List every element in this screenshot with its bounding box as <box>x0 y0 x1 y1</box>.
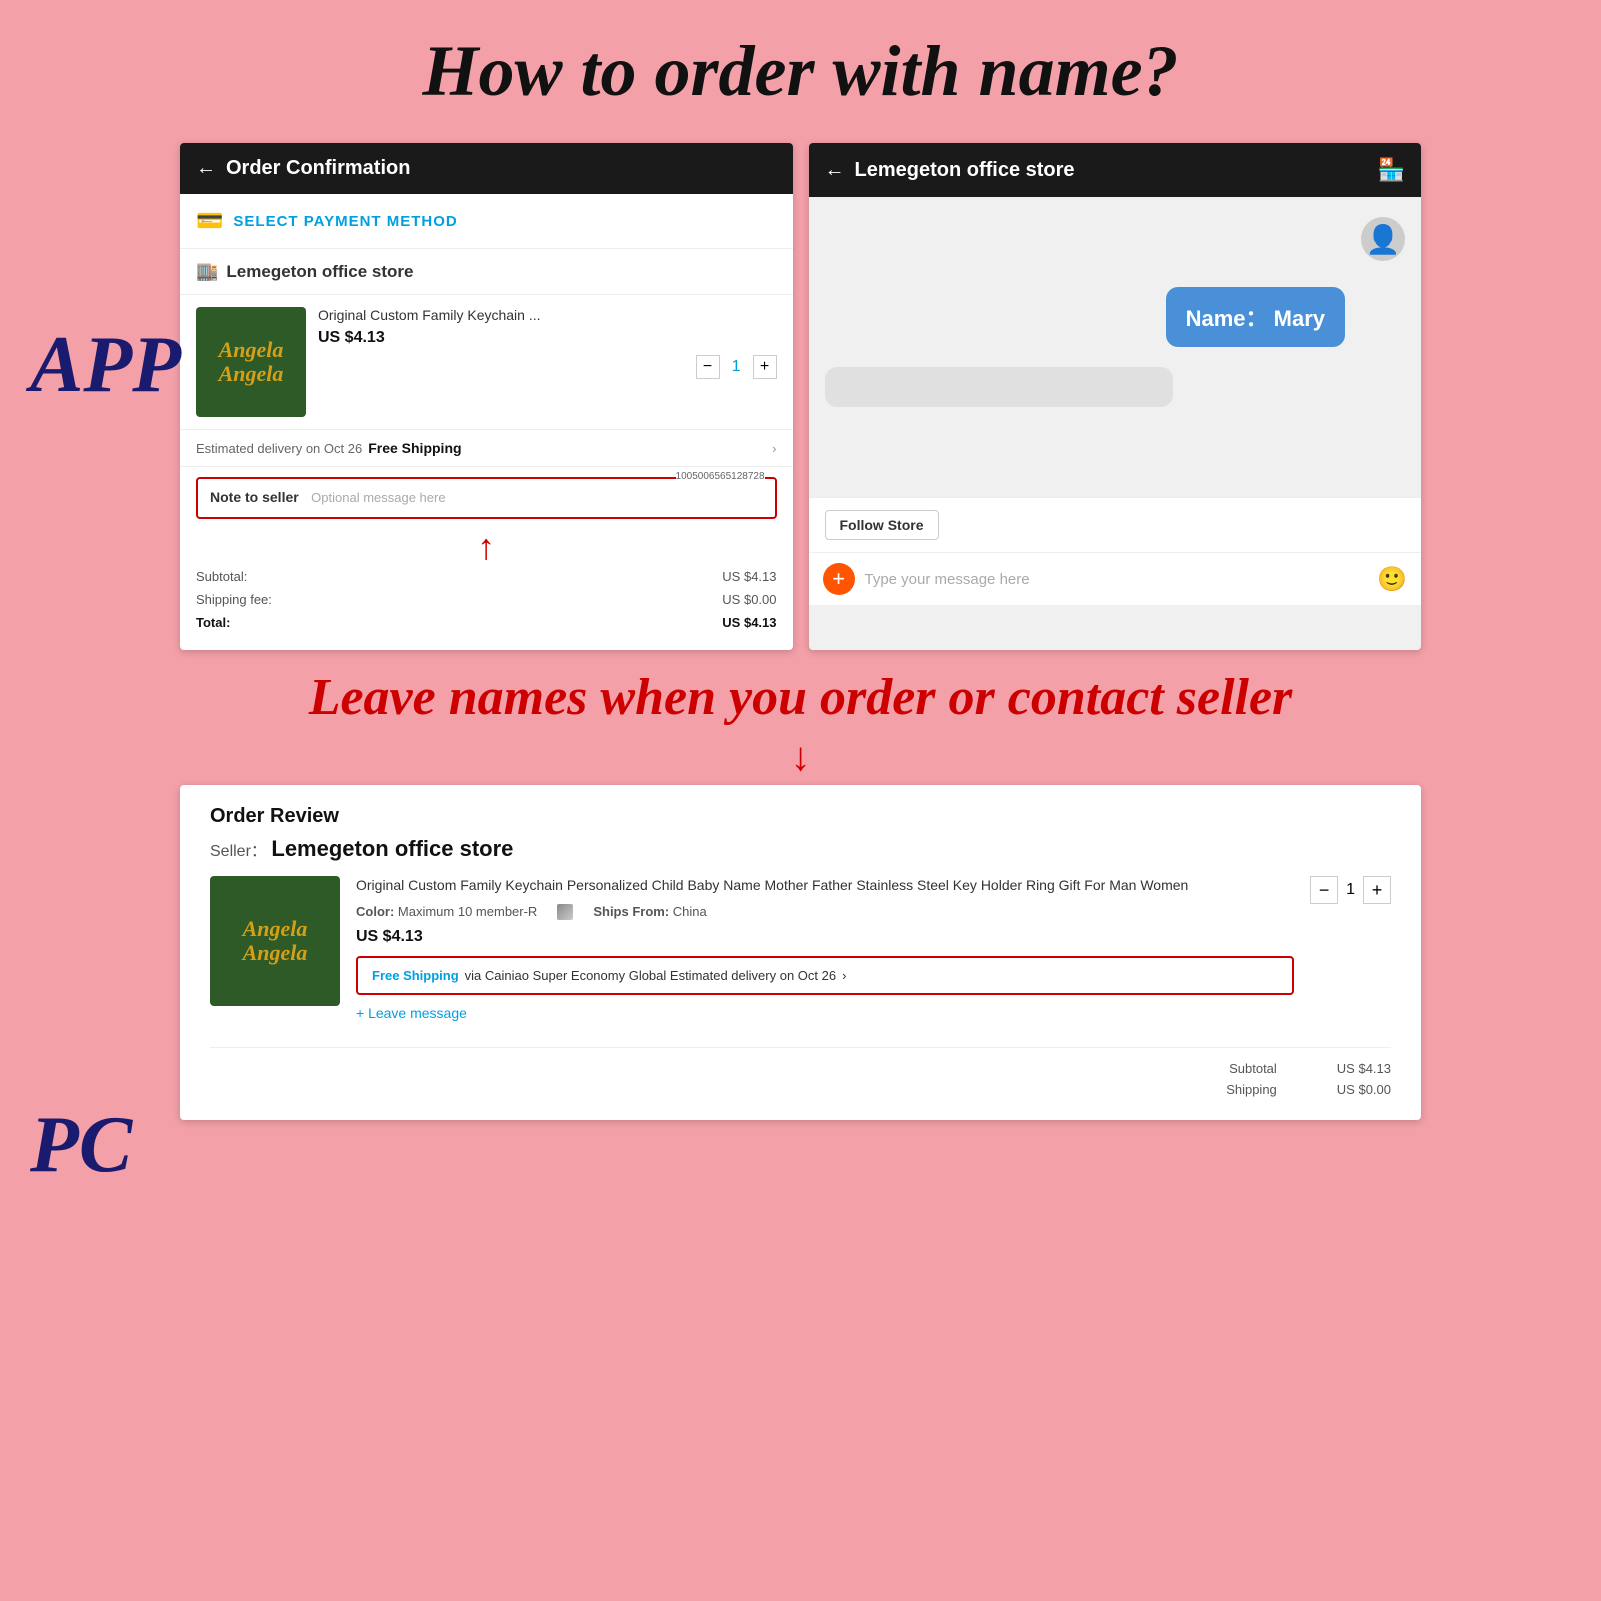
pc-quantity-decrease-button[interactable]: − <box>1310 876 1338 904</box>
pc-product-image-text: AngelaAngela <box>243 917 308 965</box>
store-section: 🏬 Lemegeton office store <box>180 249 793 295</box>
callout-wrapper: Leave names when you order or contact se… <box>0 650 1601 785</box>
pc-subtotal-value: US $4.13 <box>1337 1061 1391 1076</box>
app-left-header: ← Order Confirmation <box>180 143 793 194</box>
note-to-seller-section[interactable]: Note to seller Optional message here 100… <box>196 477 777 519</box>
pc-panel: Order Review Seller： Lemegeton office st… <box>180 785 1421 1120</box>
pc-shipping-arrow: › <box>842 968 846 983</box>
app-left-panel: ← Order Confirmation 💳 SELECT PAYMENT ME… <box>180 143 793 650</box>
quantity-decrease-button[interactable]: − <box>696 355 720 379</box>
pc-seller-name: Lemegeton office store <box>271 836 513 861</box>
pc-color-swatch <box>557 904 573 920</box>
shipping-fee-value: US $0.00 <box>722 592 776 607</box>
pc-shipping-summary-label: Shipping <box>1226 1082 1277 1097</box>
pc-shipping-summary-row: Shipping US $0.00 <box>210 1079 1391 1100</box>
product-image-text: AngelaAngela <box>219 338 284 386</box>
red-arrow-down-indicator: ↓ <box>0 737 1601 777</box>
pc-quantity-value: 1 <box>1346 881 1355 899</box>
payment-icon: 💳 <box>196 208 223 234</box>
chat-add-button[interactable]: + <box>823 563 855 595</box>
chat-body: 👤 Name： Mary <box>809 197 1422 497</box>
pc-product-image: AngelaAngela <box>210 876 340 1006</box>
pc-product-name: Original Custom Family Keychain Personal… <box>356 876 1294 896</box>
product-name: Original Custom Family Keychain ... <box>318 307 777 323</box>
product-row: AngelaAngela Original Custom Family Keyc… <box>180 295 793 430</box>
chat-back-button[interactable]: ← <box>825 159 845 182</box>
note-id: 1005006565128728 <box>676 471 765 482</box>
pc-order-review-title: Order Review <box>210 805 1391 828</box>
pc-shipping-summary-value: US $0.00 <box>1337 1082 1391 1097</box>
pc-product-price: US $4.13 <box>356 928 1294 946</box>
quantity-increase-button[interactable]: + <box>753 355 777 379</box>
person-icon: 👤 <box>1366 223 1401 256</box>
follow-store-button[interactable]: Follow Store <box>825 510 939 540</box>
pc-quantity-increase-button[interactable]: + <box>1363 876 1391 904</box>
store-name: Lemegeton office store <box>226 262 413 282</box>
total-row: Total: US $4.13 <box>180 611 793 634</box>
red-arrow-up-indicator: ↑ <box>180 529 793 565</box>
chat-input-row: + Type your message here 🙂 <box>809 552 1422 605</box>
delivery-row: Estimated delivery on Oct 26 Free Shippi… <box>180 430 793 467</box>
pc-product-qty-section: − 1 + <box>1310 876 1391 904</box>
emoji-button[interactable]: 🙂 <box>1377 565 1407 594</box>
pc-subtotal-label: Subtotal <box>1229 1061 1277 1076</box>
quantity-value: 1 <box>732 358 741 376</box>
estimated-delivery-text: Estimated delivery on Oct 26 <box>196 441 362 456</box>
callout-text: Leave names when you order or contact se… <box>0 658 1601 737</box>
order-confirmation-title: Order Confirmation <box>226 157 410 180</box>
pc-seller-row: Seller： Lemegeton office store <box>210 836 1391 862</box>
store-icon: 🏬 <box>196 261 218 282</box>
chat-store-title: Lemegeton office store <box>855 159 1075 182</box>
free-shipping-label: Free Shipping <box>368 440 461 456</box>
pc-product-details: Original Custom Family Keychain Personal… <box>356 876 1294 1035</box>
pc-free-shipping-label: Free Shipping <box>372 968 459 983</box>
total-label: Total: <box>196 615 230 630</box>
seller-avatar-row: 👤 <box>825 217 1406 267</box>
payment-label: SELECT PAYMENT METHOD <box>233 213 457 230</box>
pc-seller-label: Seller： <box>210 843 267 860</box>
subtotal-value: US $4.13 <box>722 569 776 584</box>
note-to-seller-label: Note to seller <box>210 489 299 505</box>
product-image: AngelaAngela <box>196 307 306 417</box>
product-details: Original Custom Family Keychain ... US $… <box>318 307 777 417</box>
reply-bubble <box>825 367 1173 407</box>
app-section-label: APP <box>30 320 181 411</box>
pc-qty-row: − 1 + <box>1310 876 1391 904</box>
app-right-panel: ← Lemegeton office store 🏪 👤 Name： Mary … <box>809 143 1422 650</box>
pc-subtotal-row: Subtotal US $4.13 <box>210 1058 1391 1079</box>
main-title: How to order with name? <box>0 0 1601 133</box>
shipping-fee-row: Shipping fee: US $0.00 <box>180 588 793 611</box>
note-placeholder: Optional message here <box>311 490 445 505</box>
plus-icon: + <box>832 566 845 592</box>
pc-section-label: PC <box>30 1100 132 1191</box>
follow-store-section: Follow Store <box>809 497 1422 552</box>
total-value: US $4.13 <box>722 615 776 630</box>
pc-leave-message-link[interactable]: + Leave message <box>356 1005 1294 1021</box>
chat-message-input[interactable]: Type your message here <box>865 571 1368 588</box>
pc-ships-value: China <box>673 904 707 919</box>
pc-summary-rows: Subtotal US $4.13 Shipping US $0.00 <box>210 1047 1391 1100</box>
pc-shipping-text: via Cainiao Super Economy Global Estimat… <box>465 968 836 983</box>
name-bubble: Name： Mary <box>1166 287 1345 347</box>
pc-shipping-row[interactable]: Free Shipping via Cainiao Super Economy … <box>356 956 1294 995</box>
payment-section[interactable]: 💳 SELECT PAYMENT METHOD <box>180 194 793 249</box>
app-right-header: ← Lemegeton office store 🏪 <box>809 143 1422 197</box>
pc-specs-row: Color: Maximum 10 member-R Ships From: C… <box>356 904 1294 920</box>
shop-icon[interactable]: 🏪 <box>1378 157 1405 183</box>
quantity-row: − 1 + <box>318 355 777 379</box>
back-button[interactable]: ← <box>196 157 216 180</box>
seller-avatar: 👤 <box>1361 217 1405 261</box>
delivery-arrow[interactable]: › <box>772 441 776 456</box>
pc-color-label: Color: <box>356 904 394 919</box>
product-price: US $4.13 <box>318 329 777 347</box>
pc-color-value: Maximum 10 member-R <box>398 904 537 919</box>
shipping-fee-label: Shipping fee: <box>196 592 272 607</box>
pc-ships-label: Ships From: <box>593 904 669 919</box>
empty-bubble <box>1283 217 1353 267</box>
pc-product-row: AngelaAngela Original Custom Family Keyc… <box>210 876 1391 1035</box>
subtotal-label: Subtotal: <box>196 569 247 584</box>
subtotal-row: Subtotal: US $4.13 <box>180 565 793 588</box>
